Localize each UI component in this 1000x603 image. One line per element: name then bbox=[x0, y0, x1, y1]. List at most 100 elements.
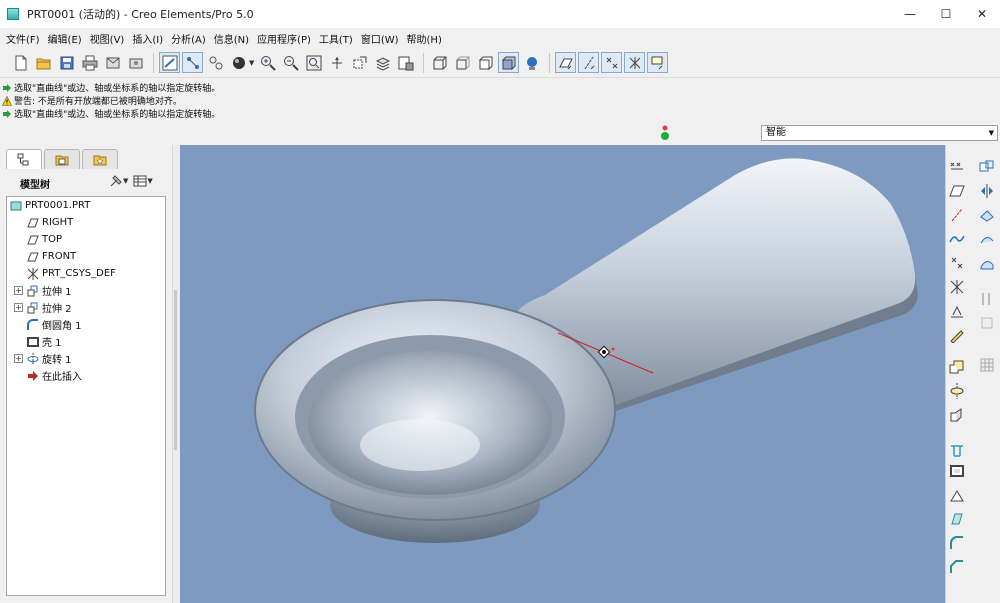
hidden-line-icon[interactable] bbox=[452, 52, 473, 73]
point-tool-icon[interactable] bbox=[947, 253, 967, 273]
navigator-scrollbar[interactable] bbox=[174, 290, 177, 450]
tree-item-csys[interactable]: PRT_CSYS_DEF bbox=[27, 266, 116, 281]
orient-mode-icon[interactable] bbox=[205, 52, 226, 73]
thicken-tool-icon[interactable] bbox=[977, 313, 997, 333]
tab-favorites[interactable] bbox=[82, 149, 118, 169]
menu-edit[interactable]: 编辑(E) bbox=[46, 31, 88, 46]
revolve-tool-icon[interactable] bbox=[947, 381, 967, 401]
round-tool-icon[interactable] bbox=[947, 533, 967, 553]
datum-plane-icon bbox=[27, 217, 39, 229]
shading-icon[interactable] bbox=[498, 52, 520, 73]
csys-display-icon[interactable] bbox=[624, 52, 646, 73]
tab-model-tree[interactable] bbox=[6, 149, 42, 169]
datum-point-tool-icon[interactable] bbox=[947, 157, 967, 177]
rib-tool-icon[interactable] bbox=[947, 485, 967, 505]
tree-item-top[interactable]: TOP bbox=[27, 232, 62, 247]
menu-tools[interactable]: 工具(T) bbox=[317, 31, 359, 46]
folder-browser-icon bbox=[55, 155, 69, 165]
tree-item-shell-1[interactable]: 壳 1 bbox=[27, 334, 62, 349]
wireframe-icon[interactable] bbox=[429, 52, 450, 73]
menu-window[interactable]: 窗口(W) bbox=[359, 31, 405, 46]
save-icon[interactable] bbox=[56, 52, 77, 73]
maximize-button[interactable]: ☐ bbox=[928, 0, 964, 28]
extrude-tool-icon[interactable] bbox=[947, 357, 967, 377]
shell-tool-icon[interactable] bbox=[947, 461, 967, 481]
datum-planes-display-icon[interactable] bbox=[555, 52, 577, 73]
tree-item-label: RIGHT bbox=[42, 217, 74, 228]
appearance-sphere-icon[interactable] bbox=[228, 52, 249, 73]
tree-item-round-1[interactable]: 倒圆角 1 bbox=[27, 317, 82, 332]
graphics-viewport[interactable] bbox=[180, 145, 945, 603]
open-folder-icon[interactable] bbox=[33, 52, 54, 73]
view-manager-icon[interactable] bbox=[395, 52, 416, 73]
redraw-icon[interactable] bbox=[159, 52, 180, 73]
send-mail-icon[interactable] bbox=[102, 52, 123, 73]
analysis-tool-icon[interactable] bbox=[947, 301, 967, 321]
datum-axes-display-icon[interactable] bbox=[578, 52, 600, 73]
reorient-icon[interactable] bbox=[326, 52, 347, 73]
no-hidden-icon[interactable] bbox=[475, 52, 496, 73]
tree-columns-dropdown-icon[interactable]: ▼ bbox=[147, 177, 152, 185]
tree-item-extrude-2[interactable]: 拉伸 2 bbox=[27, 300, 72, 315]
datum-points-display-icon[interactable] bbox=[601, 52, 623, 73]
tree-item-extrude-1[interactable]: 拉伸 1 bbox=[27, 283, 72, 298]
send-link-icon[interactable] bbox=[125, 52, 146, 73]
menu-info[interactable]: 信息(N) bbox=[212, 31, 255, 46]
message-text: 选取"直曲线"或边、轴或坐标系的轴以指定旋转轴。 bbox=[14, 110, 221, 120]
menu-file[interactable]: 文件(F) bbox=[4, 31, 46, 46]
layers-icon[interactable] bbox=[372, 52, 393, 73]
expand-icon[interactable]: + bbox=[14, 286, 23, 295]
copy-tool-icon[interactable] bbox=[977, 157, 997, 177]
expand-icon[interactable]: + bbox=[14, 354, 23, 363]
zoom-in-icon[interactable] bbox=[257, 52, 278, 73]
saved-views-icon[interactable] bbox=[349, 52, 370, 73]
datum-axis-tool-icon[interactable] bbox=[947, 205, 967, 225]
appearance-dropdown-icon[interactable]: ▼ bbox=[249, 59, 254, 67]
sketch-tool-icon[interactable] bbox=[947, 325, 967, 345]
variable-sweep-tool-icon[interactable] bbox=[947, 405, 967, 425]
new-file-icon[interactable] bbox=[10, 52, 31, 73]
draft-tool-icon[interactable] bbox=[947, 509, 967, 529]
tree-item-insert-here[interactable]: 在此插入 bbox=[27, 368, 82, 383]
datum-curve-tool-icon[interactable] bbox=[947, 229, 967, 249]
expand-icon[interactable]: + bbox=[14, 303, 23, 312]
tab-folder-browser[interactable] bbox=[44, 149, 80, 169]
hole-tool-icon[interactable] bbox=[947, 441, 967, 461]
merge-tool-icon[interactable] bbox=[977, 205, 997, 225]
tree-settings-dropdown-icon[interactable]: ▼ bbox=[123, 177, 128, 185]
print-icon[interactable] bbox=[79, 52, 100, 73]
annotation-display-icon[interactable] bbox=[647, 52, 669, 73]
menu-help[interactable]: 帮助(H) bbox=[405, 31, 448, 46]
menu-insert[interactable]: 插入(I) bbox=[130, 31, 169, 46]
mirror-tool-icon[interactable] bbox=[977, 181, 997, 201]
tree-item-right[interactable]: RIGHT bbox=[27, 215, 73, 230]
tree-item-part[interactable]: PRT0001.PRT bbox=[10, 198, 90, 213]
tree-item-label: 在此插入 bbox=[42, 372, 82, 383]
refit-icon[interactable] bbox=[303, 52, 324, 73]
offset-tool-icon[interactable] bbox=[977, 289, 997, 309]
chamfer-tool-icon[interactable] bbox=[947, 557, 967, 577]
menu-applications[interactable]: 应用程序(P) bbox=[255, 31, 317, 46]
trim-tool-icon[interactable] bbox=[977, 229, 997, 249]
menu-analysis[interactable]: 分析(A) bbox=[169, 31, 212, 46]
solidify-tool-icon[interactable] bbox=[977, 355, 997, 375]
shell-icon bbox=[27, 336, 39, 348]
tree-item-revolve-1[interactable]: 旋转 1 bbox=[27, 351, 72, 366]
selection-filter-select[interactable]: 智能 ▼ bbox=[761, 125, 998, 141]
arrow-right-icon bbox=[2, 83, 12, 93]
zoom-out-icon[interactable] bbox=[280, 52, 301, 73]
minimize-button[interactable]: — bbox=[892, 0, 928, 28]
extend-tool-icon[interactable] bbox=[977, 253, 997, 273]
part-model[interactable] bbox=[254, 158, 918, 543]
model-tree-tools: ▼ ▼ bbox=[107, 172, 156, 190]
csys-tool-icon[interactable] bbox=[947, 277, 967, 297]
status-filter-bar: 智能 ▼ bbox=[0, 121, 1000, 145]
menu-view[interactable]: 视图(V) bbox=[88, 31, 131, 46]
tree-item-label: PRT0001.PRT bbox=[25, 200, 91, 211]
datum-plane-tool-icon[interactable] bbox=[947, 181, 967, 201]
datum-plane-icon bbox=[27, 251, 39, 263]
realtime-render-icon[interactable] bbox=[521, 52, 542, 73]
spin-center-icon[interactable] bbox=[182, 52, 203, 73]
close-button[interactable]: ✕ bbox=[964, 0, 1000, 28]
tree-item-front[interactable]: FRONT bbox=[27, 249, 76, 264]
